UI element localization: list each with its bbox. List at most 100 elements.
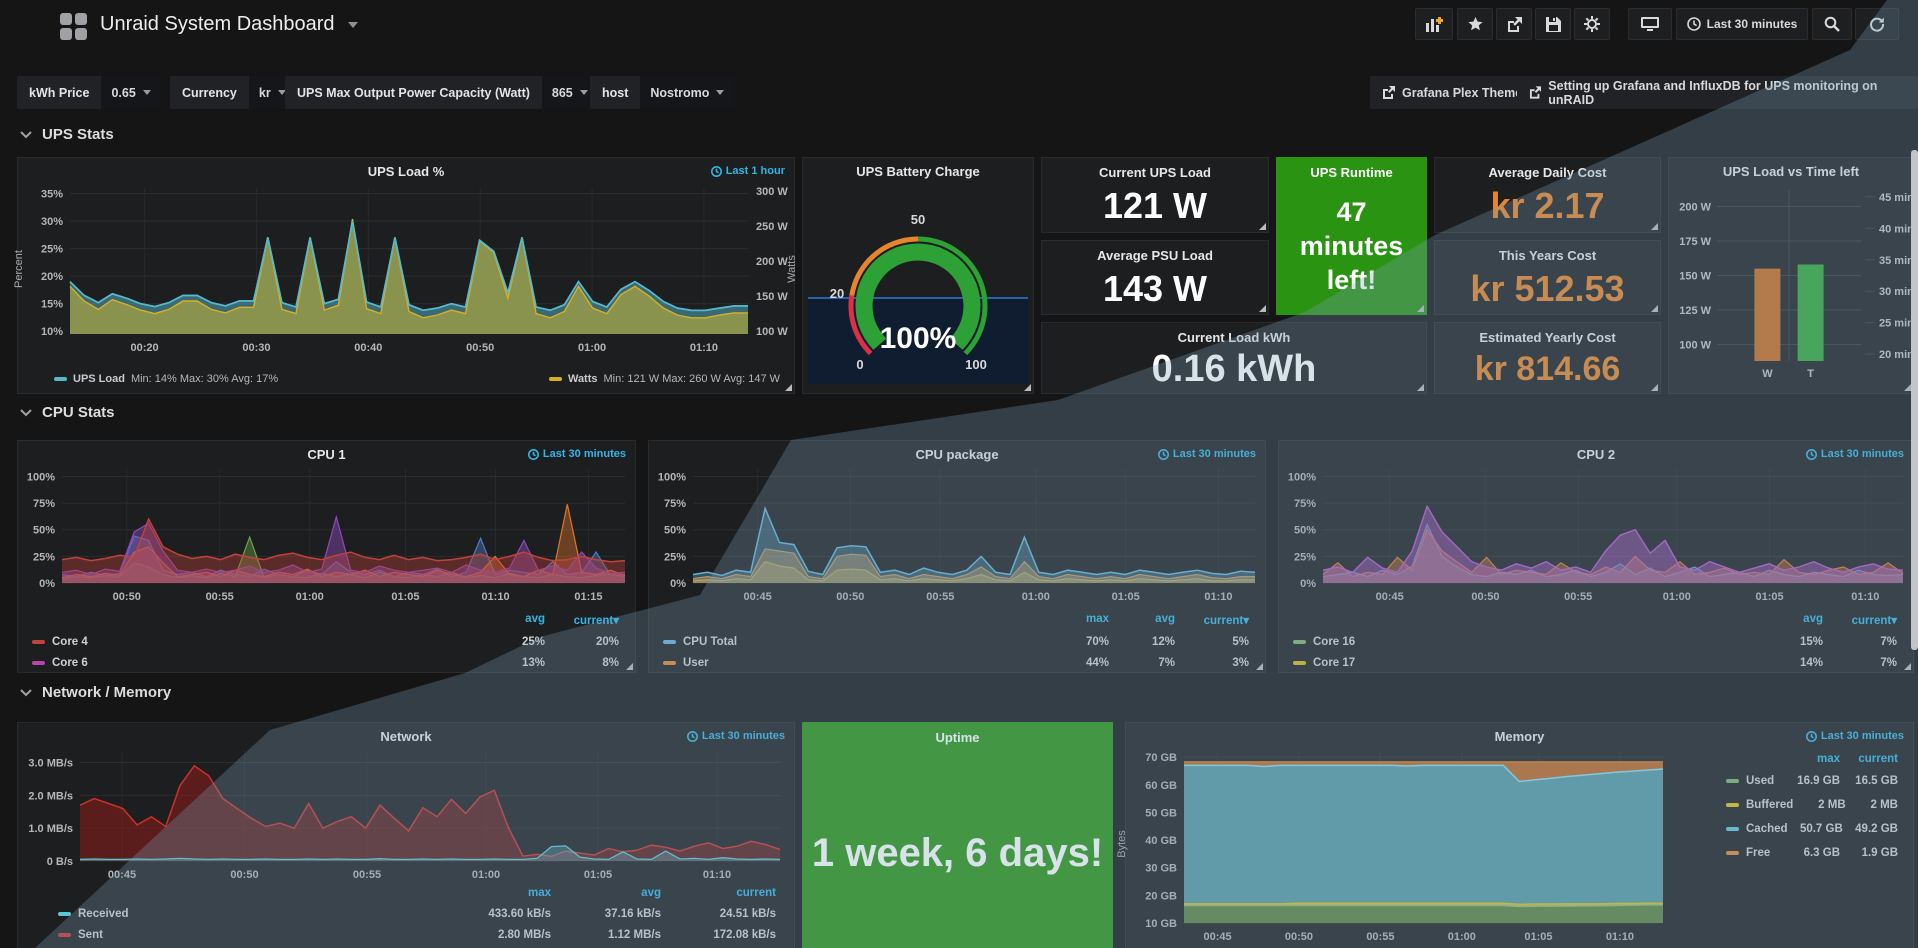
legend-row[interactable]: Buffered2 MB2 MB xyxy=(1726,793,1898,817)
legend-row[interactable]: Core 613%8% xyxy=(32,652,619,673)
panel-ups-load[interactable]: UPS Load % Last 1 hour Percent Watts 00:… xyxy=(17,157,795,394)
svg-text:40 min: 40 min xyxy=(1879,223,1913,235)
panel-average-psu-load[interactable]: Average PSU Load 143 W xyxy=(1041,240,1269,315)
legend-row[interactable]: Core 425%20% xyxy=(32,631,619,652)
svg-text:01:05: 01:05 xyxy=(1524,931,1552,943)
panel-average-daily-cost[interactable]: Average Daily Cost kr 2.17 xyxy=(1434,157,1661,233)
stat-value: 143 W xyxy=(1103,263,1207,314)
svg-text:00:45: 00:45 xyxy=(1203,931,1231,943)
panel-uptime[interactable]: Uptime 1 week, 6 days! xyxy=(802,722,1113,948)
svg-text:250 W: 250 W xyxy=(756,221,788,233)
panel-memory[interactable]: Memory Last 30 minutes Bytes 00:4500:500… xyxy=(1125,722,1914,948)
panel-current-load-kwh[interactable]: Current Load kWh 0.16 kWh xyxy=(1041,322,1427,394)
section-title: Network / Memory xyxy=(42,684,171,701)
section-cpu-stats[interactable]: CPU Stats xyxy=(20,404,115,421)
legend-row[interactable]: Sent2.80 MB/s1.12 MB/s172.08 kB/s xyxy=(58,924,776,945)
link-setup-guide[interactable]: Setting up Grafana and InfluxDB for UPS … xyxy=(1517,76,1918,109)
svg-text:01:05: 01:05 xyxy=(1112,591,1140,603)
add-panel-button[interactable] xyxy=(1415,8,1453,40)
share-icon xyxy=(1507,17,1522,32)
settings-button[interactable] xyxy=(1574,8,1610,40)
chevron-down-icon xyxy=(20,409,32,417)
svg-text:20%: 20% xyxy=(41,271,63,283)
svg-text:01:00: 01:00 xyxy=(578,342,606,354)
legend-row[interactable]: Core 1714%7% xyxy=(1293,652,1897,673)
svg-text:00:50: 00:50 xyxy=(1471,591,1499,603)
svg-text:200 W: 200 W xyxy=(1679,202,1711,214)
time-range-picker[interactable]: Last 30 minutes xyxy=(1676,8,1808,40)
svg-text:25 min: 25 min xyxy=(1879,318,1913,330)
svg-text:0%: 0% xyxy=(1300,578,1316,590)
stat-title: Estimated Yearly Cost xyxy=(1479,330,1615,345)
filter-ups-max-output[interactable]: UPS Max Output Power Capacity (Watt) 865 xyxy=(285,76,598,109)
svg-text:100 W: 100 W xyxy=(1679,339,1711,351)
panel-ups-load-vs-time[interactable]: UPS Load vs Time left 200 W175 W150 W125… xyxy=(1668,157,1914,394)
clock-icon xyxy=(1158,449,1169,460)
dashboard-title-dropdown[interactable]: Unraid System Dashboard xyxy=(100,13,358,36)
svg-text:01:15: 01:15 xyxy=(574,591,602,603)
svg-text:00:30: 00:30 xyxy=(242,342,270,354)
ups-load-chart[interactable]: 00:2000:3000:4000:5001:0001:1035%30%25%2… xyxy=(18,180,796,362)
filter-kwh-price[interactable]: kWh Price 0.65 xyxy=(17,76,161,109)
svg-text:60 GB: 60 GB xyxy=(1145,780,1177,792)
panel-estimated-yearly-cost[interactable]: Estimated Yearly Cost kr 814.66 xyxy=(1434,322,1661,394)
svg-text:125 W: 125 W xyxy=(1679,305,1711,317)
panel-cpu-package[interactable]: CPU package Last 30 minutes 00:4500:5000… xyxy=(648,440,1266,673)
legend-row[interactable]: Used16.9 GB16.5 GB xyxy=(1726,769,1898,793)
svg-text:100%: 100% xyxy=(880,322,957,355)
stat-value: 1 week, 6 days! xyxy=(812,745,1103,948)
time-badge[interactable]: Last 30 minutes xyxy=(1158,448,1256,460)
network-chart[interactable]: 00:4500:5000:5501:0001:0501:103.0 MB/s2.… xyxy=(18,745,796,885)
chart-legend: maxcurrent Used16.9 GB16.5 GB Buffered2 … xyxy=(1726,753,1898,865)
monitor-icon xyxy=(1641,17,1659,32)
cpu1-chart[interactable]: 00:5000:5501:0001:0501:1001:15100%75%50%… xyxy=(18,463,637,609)
legend-row[interactable]: User44%7%3% xyxy=(663,652,1249,673)
panel-ups-battery-gauge[interactable]: UPS Battery Charge 02050100100% xyxy=(802,157,1034,394)
scrollbar[interactable] xyxy=(1911,150,1918,650)
svg-text:50%: 50% xyxy=(33,525,55,537)
chevron-down-icon xyxy=(716,90,724,95)
panel-current-ups-load[interactable]: Current UPS Load 121 W xyxy=(1041,157,1269,233)
panel-cpu1[interactable]: CPU 1 Last 30 minutes 00:5000:5501:0001:… xyxy=(17,440,636,673)
filter-currency[interactable]: Currency kr xyxy=(170,76,296,109)
legend-row[interactable]: Received433.60 kB/s37.16 kB/s24.51 kB/s xyxy=(58,903,776,924)
save-button[interactable] xyxy=(1535,8,1571,40)
svg-text:50%: 50% xyxy=(1294,525,1316,537)
time-badge[interactable]: Last 30 minutes xyxy=(528,448,626,460)
legend-row[interactable]: Free6.3 GB1.9 GB xyxy=(1726,841,1898,865)
section-ups-stats[interactable]: UPS Stats xyxy=(20,126,114,143)
memory-chart[interactable]: 00:4500:5000:5501:0001:0501:1070 GB60 GB… xyxy=(1126,745,1671,948)
panel-ups-runtime[interactable]: UPS Runtime 47 minutes left! xyxy=(1276,157,1427,315)
cpu-package-chart[interactable]: 00:4500:5000:5501:0001:0501:10100%75%50%… xyxy=(649,463,1267,609)
panel-network[interactable]: Network Last 30 minutes 00:4500:5000:550… xyxy=(17,722,795,948)
cycle-view-button[interactable] xyxy=(1628,8,1672,40)
external-link-icon xyxy=(1529,86,1541,99)
link-grafana-plex-theme[interactable]: Grafana Plex Theme xyxy=(1370,76,1534,109)
legend-row[interactable]: Cached50.7 GB49.2 GB xyxy=(1726,817,1898,841)
cpu2-chart[interactable]: 00:4500:5000:5501:0001:0501:10100%75%50%… xyxy=(1279,463,1915,609)
star-button[interactable] xyxy=(1457,8,1493,40)
section-network-memory[interactable]: Network / Memory xyxy=(20,684,171,701)
time-badge[interactable]: Last 30 minutes xyxy=(687,730,785,742)
panel-cpu2[interactable]: CPU 2 Last 30 minutes 00:4500:5000:5501:… xyxy=(1278,440,1914,673)
svg-text:3.0 MB/s: 3.0 MB/s xyxy=(28,757,73,769)
svg-text:00:45: 00:45 xyxy=(1376,591,1404,603)
svg-text:100%: 100% xyxy=(27,471,55,483)
legend-row[interactable]: CPU Total70%12%5% xyxy=(663,631,1249,652)
grafana-logo[interactable] xyxy=(60,13,88,41)
filter-host[interactable]: host Nostromo xyxy=(590,76,734,109)
time-badge[interactable]: Last 30 minutes xyxy=(1806,448,1904,460)
svg-text:50%: 50% xyxy=(664,525,686,537)
svg-text:00:55: 00:55 xyxy=(206,591,234,603)
time-badge[interactable]: Last 30 minutes xyxy=(1806,730,1904,742)
refresh-button[interactable] xyxy=(1855,8,1899,40)
legend-row[interactable]: Core 1615%7% xyxy=(1293,631,1897,652)
chart-legend: UPS LoadMin: 14% Max: 30% Avg: 17% Watts… xyxy=(54,373,780,385)
svg-text:00:55: 00:55 xyxy=(926,591,954,603)
chart-legend: avgcurrent▾ Core 1615%7% Core 1714%7% xyxy=(1293,613,1897,673)
time-badge[interactable]: Last 1 hour xyxy=(711,165,785,177)
share-button[interactable] xyxy=(1496,8,1532,40)
search-button[interactable] xyxy=(1812,8,1852,40)
panel-this-years-cost[interactable]: This Years Cost kr 512.53 xyxy=(1434,240,1661,315)
svg-text:01:10: 01:10 xyxy=(1851,591,1879,603)
